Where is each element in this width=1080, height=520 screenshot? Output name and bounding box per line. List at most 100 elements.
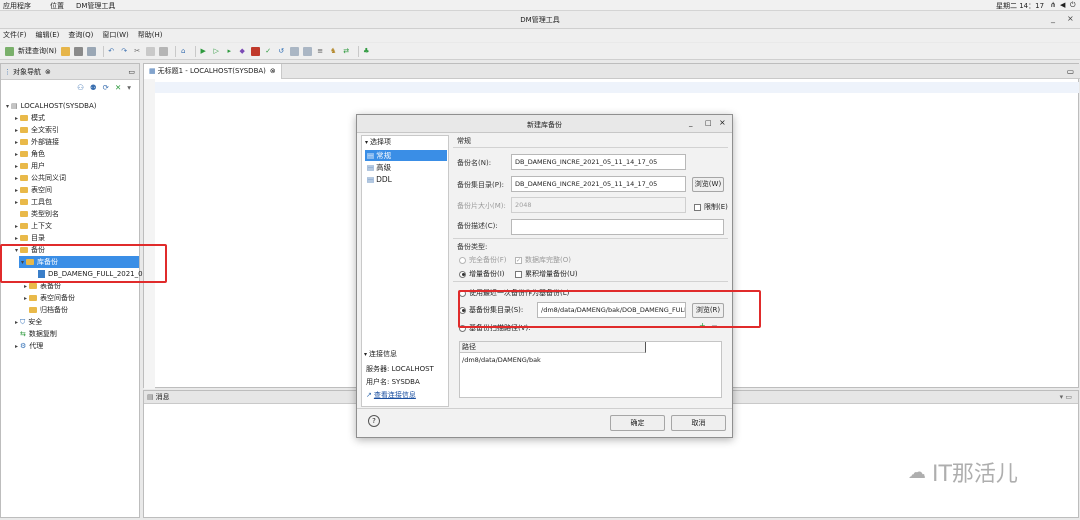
copy-icon[interactable] [145,46,155,56]
run-script-icon[interactable]: ▸ [225,47,234,56]
menu-query[interactable]: 查询(Q) [68,29,93,42]
redo-icon[interactable]: ↷ [120,47,129,56]
connect-icon[interactable]: ⚇ [77,83,84,92]
tree-item[interactable]: ⇆ 数据复制 [13,328,57,340]
data-only-checkbox[interactable]: ✓ 数据库完整(O) [515,255,571,265]
tree-item[interactable]: ▸ 全文索引 [13,124,59,136]
ok-button[interactable]: 确定 [610,415,665,431]
tree-item[interactable]: ▸ 工具包 [13,196,52,208]
expand-icon[interactable]: ▸ [13,115,20,122]
explain-icon[interactable]: ◆ [238,47,247,56]
maximize-icon[interactable]: □ [705,119,712,127]
navigator-tab[interactable]: ⋮ 对象导航 ⊗ ▭ [1,64,139,80]
expand-icon[interactable]: ▸ [13,127,20,134]
expand-icon[interactable]: ▸ [13,151,20,158]
tree-item[interactable]: 归档备份 [22,304,68,316]
current-app-menu[interactable]: DM管理工具 [76,1,115,11]
expand-icon[interactable]: ▸ [13,319,20,326]
places-menu[interactable]: 位置 [50,1,64,11]
description-input[interactable] [511,219,724,235]
compare-icon[interactable]: ⇄ [342,47,351,56]
view-menu-icon[interactable]: ▾ [127,83,131,92]
expand-icon[interactable]: ▸ [22,295,29,302]
debug-icon[interactable]: ♞ [329,47,338,56]
expand-icon[interactable]: ▸ [13,343,20,350]
menu-edit[interactable]: 编辑(E) [36,29,60,42]
backup-name-input[interactable]: DB_DAMENG_INCRE_2021_05_11_14_17_05 [511,154,686,170]
disconnect-icon[interactable]: ⚉ [90,83,97,92]
close-tab-icon[interactable]: ⊗ [45,68,51,76]
option-general[interactable]: ▤ 常规 [365,150,447,161]
maximize-editor-icon[interactable]: ▭ [1067,67,1074,76]
option-ddl[interactable]: ▤ DDL [367,174,392,185]
run-icon[interactable]: ▶ [199,47,208,56]
tree-item[interactable]: 类型别名 [13,208,59,220]
browse-w-button[interactable]: 浏览(W) [692,177,724,192]
tree-item[interactable]: ▸ ⛉ 安全 [13,316,42,328]
save-icon[interactable] [73,46,83,56]
cut-icon[interactable]: ✂ [133,47,142,56]
limit-checkbox[interactable]: 限制(E) [694,202,728,212]
maximize-panel-icon[interactable]: ▭ [128,68,135,76]
new-query-button[interactable]: 新建查询(N) [18,46,57,56]
power-icon[interactable]: ⏻ [1070,1,1076,10]
path-row[interactable]: /dm8/data/DAMENG/bak [462,356,541,364]
tree-root[interactable]: ▾ ▤ LOCALHOST(SYSDBA) [4,100,96,112]
collapse-icon[interactable]: ▾ [364,351,367,358]
apps-menu[interactable]: 应用程序 [3,1,31,11]
collapse-icon[interactable]: ▾ [365,139,368,146]
tree-icon[interactable]: ♣ [362,47,371,56]
tree-item[interactable]: ▸ 表空间备份 [22,292,75,304]
close-tab-icon[interactable]: ⊗ [270,67,276,75]
tree-item[interactable]: ▸ 公共同义词 [13,172,66,184]
commit-icon[interactable]: ✓ [264,47,273,56]
tree-item[interactable]: ▸ 角色 [13,148,45,160]
filter-icon[interactable]: ✕ [115,83,121,92]
path-column-header[interactable]: 路径 [460,342,646,353]
run-step-icon[interactable]: ▷ [212,47,221,56]
tree-item[interactable]: ▸ 目录 [13,232,45,244]
tree-item[interactable]: ▸ 上下文 [13,220,52,232]
home-icon[interactable]: ⌂ [179,47,188,56]
expand-icon[interactable]: ▸ [13,163,20,170]
collapse-icon[interactable]: ▾ [4,103,11,110]
minimize-icon[interactable]: _ [689,119,693,127]
rollback-icon[interactable]: ↺ [277,47,286,56]
expand-icon[interactable]: ▸ [13,187,20,194]
save-all-icon[interactable] [86,46,96,56]
close-icon[interactable]: × [1067,14,1074,23]
minimize-icon[interactable]: _ [1051,14,1055,23]
incremental-radio[interactable]: 增量备份(I) [459,269,505,279]
tree-item[interactable]: ▸ 模式 [13,112,45,124]
undo-icon[interactable]: ↶ [107,47,116,56]
expand-icon[interactable]: ▸ [13,139,20,146]
close-icon[interactable]: × [719,118,726,127]
menu-help[interactable]: 帮助(H) [138,29,163,42]
option-advanced[interactable]: ▤ 高级 [367,162,391,173]
volume-icon[interactable]: ◀ [1060,1,1065,9]
cumulative-checkbox[interactable]: 累积增量备份(U) [515,269,578,279]
expand-icon[interactable]: ▸ [13,235,20,242]
expand-icon[interactable]: ▸ [13,175,20,182]
cancel-button[interactable]: 取消 [671,415,726,431]
expand-icon[interactable]: ▸ [13,223,20,230]
open-icon[interactable] [60,46,70,56]
editor-tab[interactable]: ▦ 无标题1 - LOCALHOST(SYSDBA) ⊗ [144,63,282,79]
network-icon[interactable]: ⋔ [1050,1,1056,9]
expand-icon[interactable]: ▸ [22,283,29,290]
tree-item[interactable]: ▸ 外部链接 [13,136,59,148]
grid-icon[interactable] [289,46,299,56]
view-connection-link[interactable]: ↗ 查看连接信息 [366,390,416,400]
tree-item[interactable]: ▸ 表空间 [13,184,52,196]
format-icon[interactable]: ≡ [316,47,325,56]
piece-size-input[interactable]: 2048 [511,197,686,213]
menu-window[interactable]: 窗口(W) [102,29,128,42]
tree-item[interactable]: ▸ 用户 [13,160,45,172]
refresh-icon[interactable]: ⟳ [103,83,109,92]
help-icon[interactable]: ? [368,415,380,427]
stop-icon[interactable] [250,46,260,56]
paste-icon[interactable] [158,46,168,56]
expand-icon[interactable]: ▸ [13,199,20,206]
panel-controls-icon[interactable]: ▾ ▭ [1060,393,1072,401]
menu-file[interactable]: 文件(F) [3,29,27,42]
